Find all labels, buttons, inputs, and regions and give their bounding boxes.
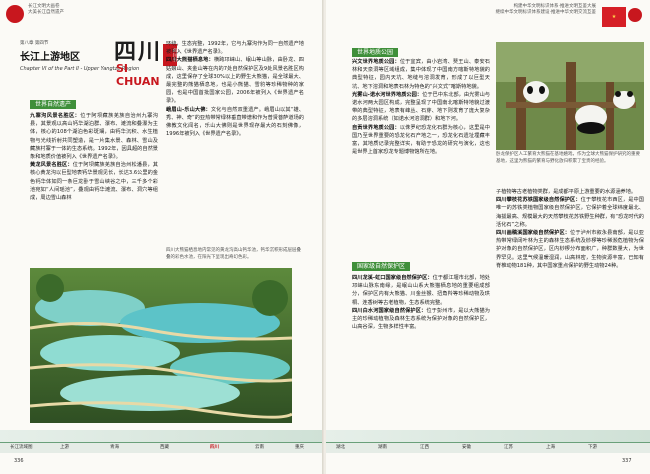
right-page-number: 337 bbox=[622, 458, 632, 464]
section-title: 四川画稿溪国家级自然保护区： bbox=[496, 230, 571, 237]
nav-place[interactable]: 湖北 bbox=[336, 443, 345, 453]
left-page: 长江文明大画卷 大美长江自然遗产 长江上游地区 第八章 第四节 Chapter … bbox=[0, 0, 324, 474]
right-header: 构建中华文明标识体系·推进文明互鉴大展 继续中华文明标识体系建设·推进中华文明交… bbox=[446, 4, 596, 30]
chapter-number: 第八章 第四节 bbox=[20, 41, 49, 46]
travertine-pools-photo bbox=[30, 268, 292, 423]
nav-place[interactable]: 江西 bbox=[420, 443, 429, 453]
left-header: 长江文明大画卷 大美长江自然遗产 bbox=[28, 4, 88, 30]
nav-place[interactable]: 重庆 bbox=[295, 443, 304, 453]
chapter-title-block: 长江上游地区 第八章 第四节 Chapter VI of the Part II… bbox=[20, 38, 177, 88]
nav-place[interactable]: 西藏 bbox=[160, 443, 169, 453]
left-page-number: 336 bbox=[14, 458, 24, 464]
section-guangwushan: 光雾山-诺水河世界地质公园：位于巴中东北部，由光雾山与诺水河两大园区构成，完整呈… bbox=[352, 91, 490, 124]
section-tag-world-geopark: 世界地质公园 bbox=[352, 48, 399, 57]
section-jiuzhaigou: 九寨沟风景名胜区：位于阿坝藏族羌族自治州九寨沟县，其景观以高山钙华湖泊群、瀑布、… bbox=[30, 112, 158, 161]
nav-place[interactable]: 安徽 bbox=[462, 443, 471, 453]
nav-place[interactable]: 下游 bbox=[588, 443, 597, 453]
section-title: 四川白水河国家级自然保护区： bbox=[352, 307, 427, 314]
right-page: 构建中华文明标识体系·推进文明互鉴大展 继续中华文明标识体系建设·推进中华文明交… bbox=[326, 0, 650, 474]
section-continued: 环绕，生态完整，1992年，它与九寨沟作为同一自然遗产地被列入《世界遗产名录》。 bbox=[166, 40, 304, 56]
section-title: 峨眉山-乐山大佛： bbox=[166, 106, 211, 113]
section-huanglong: 黄龙风景名胜区：位于阿坝藏族羌族自治州松潘县，其核心黄龙沟以巨型地表钙华景观见长… bbox=[30, 161, 158, 202]
section-title: 自贡世界地质公园： bbox=[352, 124, 400, 131]
section-emei: 峨眉山-乐山大佛：文化与自然双重遗产。峨眉山以其“雄、秀、神、奇”的亚热带常绿林… bbox=[166, 106, 304, 139]
red-stamp-icon: ★ bbox=[602, 7, 626, 27]
section-huagaoxi: 四川画稿溪国家级自然保护区：位于泸州市叙永县南部，是以亚热带常绿阔叶林为主的森林… bbox=[496, 229, 644, 270]
section-panzhihua: 四川攀枝花苏铁国家级自然保护区：位于攀枝花市西区，是中国唯一的苏铁类植物国家级自… bbox=[496, 196, 644, 229]
nav-place[interactable]: 青海 bbox=[110, 443, 119, 453]
section-continued: 子植物等古老植物类群，是成都平原上游重要的水源涵养地。 bbox=[496, 188, 644, 196]
travertine-pools-image bbox=[30, 268, 292, 423]
panda-photo-caption: 卧龙保护区人工繁育大熊猫在基地嬉戏，作为全球大熊猫保护研究的重要基地，这里为熊猫… bbox=[496, 152, 640, 164]
section-zigong: 自贡世界地质公园：以侏罗纪恐龙化石群为核心，这里是中国乃至世界重要的恐龙化石产地… bbox=[352, 124, 490, 157]
right-column-1-lower: 四川龙溪-虹口国家级自然保护区：位于都江堰市北部，地处邛崃山脉东南缘，是岷山山系… bbox=[352, 274, 490, 331]
left-column-1: 九寨沟风景名胜区：位于阿坝藏族羌族自治州九寨沟县，其景观以高山钙华湖泊群、瀑布、… bbox=[30, 112, 158, 202]
section-xingwen: 兴文世界地质公园：位于宜宾，由小岩湾、僰王山、泰安石林和天泉洞等区域组成，集中体… bbox=[352, 58, 490, 91]
right-column-1: 兴文世界地质公园：位于宜宾，由小岩湾、僰王山、泰安石林和天泉洞等区域组成，集中体… bbox=[352, 58, 490, 156]
section-text: 环绕，生态完整，1992年，它与九寨沟作为同一自然遗产地被列入《世界遗产名录》。 bbox=[166, 41, 304, 56]
section-title: 兴文世界地质公园： bbox=[352, 59, 400, 65]
section-title: 四川攀枝花苏铁国家级自然保护区： bbox=[496, 197, 581, 204]
book-spread: 长江文明大画卷 大美长江自然遗产 长江上游地区 第八章 第四节 Chapter … bbox=[0, 0, 650, 474]
photo-note: 四川大熊猫栖息地内常见的黄龙沟高山钙华池，钙华沉积形成层层叠叠的彩色水池，在阳光… bbox=[166, 248, 301, 260]
section-text: 横跨邛崃山、岷山等山脉，由卧龙、四姑娘山、夹金山等在内的7处自然保护区及9处风景… bbox=[166, 57, 304, 105]
nav-place[interactable]: 上海 bbox=[546, 443, 555, 453]
section-title: 四川大熊猫栖息地： bbox=[166, 57, 214, 64]
panda-photo bbox=[496, 42, 644, 150]
panda-image bbox=[496, 42, 644, 150]
left-bottom-nav: 长江流域图 上游 青海 西藏 四川 云南 重庆 bbox=[0, 442, 324, 453]
emblem-icon bbox=[628, 8, 642, 22]
nav-place-current[interactable]: 四川 bbox=[210, 443, 219, 453]
section-title: 黄龙风景名胜区： bbox=[30, 162, 73, 169]
section-tag-world-natural-heritage: 世界自然遗产 bbox=[30, 100, 77, 109]
nav-place[interactable]: 上游 bbox=[60, 443, 69, 453]
section-baishuihe: 四川白水河国家级自然保护区：位于彭州市，是以大熊猫为主的珍稀动植物及森林生态系统… bbox=[352, 307, 490, 332]
right-bottom-nav: 湖北 湖南 江西 安徽 江苏 上海 下游 bbox=[326, 442, 650, 453]
section-panda-habitat: 四川大熊猫栖息地：横跨邛崃山、岷山等山脉，由卧龙、四姑娘山、夹金山等在内的7处自… bbox=[166, 56, 304, 105]
header-line-2: 大美长江自然遗产 bbox=[28, 10, 64, 15]
section-title: 九寨沟风景名胜区： bbox=[30, 113, 81, 119]
publication-logo-icon bbox=[6, 5, 24, 23]
section-title: 四川龙溪-虹口国家级自然保护区： bbox=[352, 275, 433, 281]
province-name-en: SI CHUAN bbox=[116, 62, 160, 88]
river-map-label: 长江流域图 bbox=[10, 445, 33, 450]
section-title: 光雾山-诺水河世界地质公园： bbox=[352, 91, 423, 98]
section-tag-national-reserve: 国家级自然保护区 bbox=[352, 262, 411, 271]
left-column-2: 环绕，生态完整，1992年，它与九寨沟作为同一自然遗产地被列入《世界遗产名录》。… bbox=[166, 40, 304, 138]
nav-place[interactable]: 湖南 bbox=[378, 443, 387, 453]
right-column-2: 子植物等古老植物类群，是成都平原上游重要的水源涵养地。 四川攀枝花苏铁国家级自然… bbox=[496, 188, 644, 270]
section-text: 位于阿坝藏族羌族自治州九寨沟县，其景观以高山钙华湖泊群、瀑布、滩流和叠瀑为主体，… bbox=[30, 113, 158, 161]
nav-place[interactable]: 云南 bbox=[255, 443, 264, 453]
header-line-2: 继续中华文明标识体系建设·推进中华文明交流互鉴 bbox=[495, 10, 596, 15]
nav-place[interactable]: 江苏 bbox=[504, 443, 513, 453]
section-text: 子植物等古老植物类群，是成都平原上游重要的水源涵养地。 bbox=[496, 189, 637, 195]
section-longxi-hongkou: 四川龙溪-虹口国家级自然保护区：位于都江堰市北部，地处邛崃山脉东南缘，是岷山山系… bbox=[352, 274, 490, 307]
chapter-prefix: 长江上游地区 bbox=[20, 52, 80, 63]
